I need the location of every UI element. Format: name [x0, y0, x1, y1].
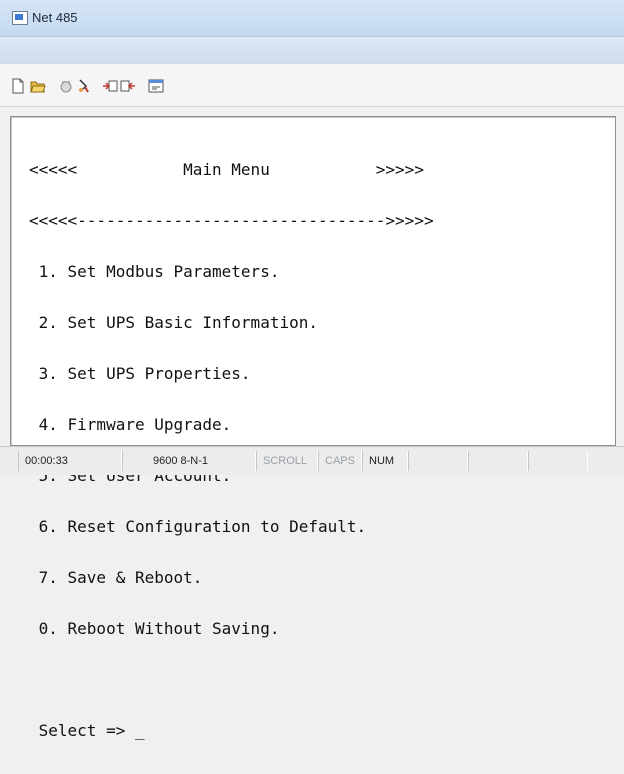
select-prompt: Select => _ — [29, 722, 619, 739]
status-cell — [408, 451, 468, 471]
menu-bar — [0, 37, 624, 64]
dial-phone-icon[interactable] — [58, 78, 74, 94]
menu-option: 7. Save & Reboot. — [29, 568, 203, 587]
disconnect-icon[interactable] — [76, 78, 92, 94]
menu-option: 0. Reboot Without Saving. — [29, 619, 280, 638]
receive-file-icon[interactable] — [120, 78, 136, 94]
scroll-indicator: SCROLL — [256, 451, 318, 471]
window-title: Net 485 — [32, 10, 78, 25]
new-document-icon[interactable] — [10, 78, 26, 94]
toolbar — [0, 64, 624, 107]
menu-option: 1. Set Modbus Parameters. — [29, 262, 280, 281]
terminal-screen[interactable]: <<<<< Main Menu >>>>> <<<<<-------------… — [29, 127, 619, 739]
menu-option: 3. Set UPS Properties. — [29, 364, 251, 383]
open-folder-icon[interactable] — [30, 78, 46, 94]
terminal-line: <<<<<-------------------------------->>>… — [29, 211, 434, 230]
properties-icon[interactable] — [148, 78, 164, 94]
menu-option: 2. Set UPS Basic Information. — [29, 313, 318, 332]
status-bar: 00:00:33 9600 8-N-1 SCROLL CAPS NUM — [0, 446, 624, 475]
elapsed-time: 00:00:33 — [18, 451, 122, 471]
text-cursor: _ — [134, 721, 145, 740]
terminal-line: <<<<< Main Menu >>>>> — [29, 160, 424, 179]
title-bar[interactable]: Net 485 — [0, 0, 624, 37]
caps-indicator: CAPS — [318, 451, 362, 471]
terminal-window-icon[interactable] — [12, 11, 28, 25]
menu-option: 4. Firmware Upgrade. — [29, 415, 232, 434]
send-file-icon[interactable] — [102, 78, 118, 94]
num-indicator: NUM — [362, 451, 408, 471]
prompt-text: Select => — [29, 721, 135, 740]
port-settings: 9600 8-N-1 — [122, 451, 256, 471]
terminal-area[interactable]: <<<<< Main Menu >>>>> <<<<<-------------… — [10, 116, 619, 739]
status-cell — [528, 451, 588, 471]
status-cell — [468, 451, 528, 471]
menu-option: 6. Reset Configuration to Default. — [29, 517, 367, 536]
